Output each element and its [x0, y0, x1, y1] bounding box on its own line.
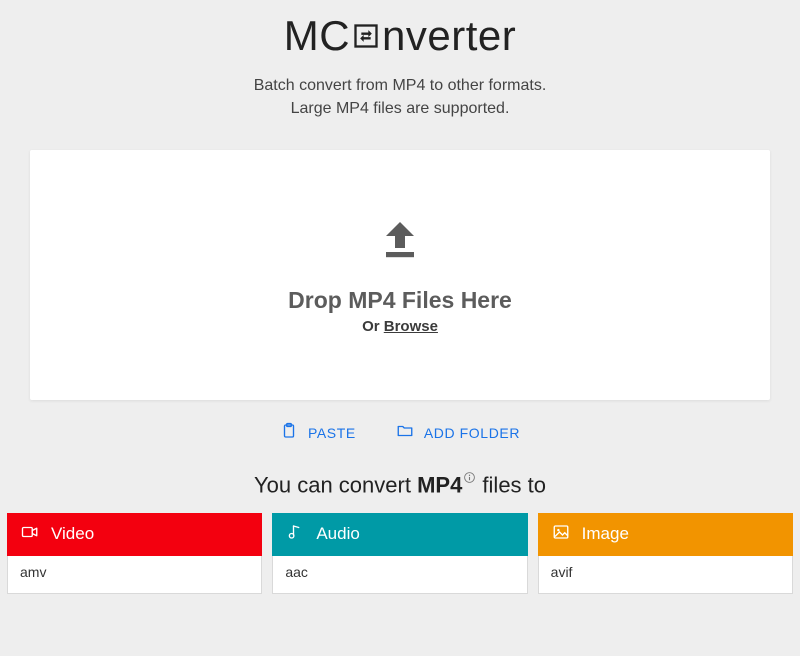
logo-suffix: nverter: [382, 12, 516, 60]
app-logo: MC nverter: [30, 12, 770, 60]
category-audio-header[interactable]: Audio: [272, 513, 527, 556]
action-row: PASTE ADD FOLDER: [30, 422, 770, 443]
category-video-header[interactable]: Video: [7, 513, 262, 556]
logo-prefix: MC: [284, 12, 350, 60]
category-image-list[interactable]: avif: [538, 556, 793, 594]
swap-icon: [352, 22, 380, 50]
category-image-header[interactable]: Image: [538, 513, 793, 556]
category-image-label: Image: [582, 524, 629, 544]
dropzone-title: Drop MP4 Files Here: [288, 287, 512, 314]
add-folder-button[interactable]: ADD FOLDER: [396, 422, 520, 443]
dropzone-or-prefix: Or: [362, 318, 384, 335]
category-video-label: Video: [51, 524, 94, 544]
list-item[interactable]: [8, 588, 261, 594]
category-video-list[interactable]: amv: [7, 556, 262, 594]
subtitle-line1: Batch convert from MP4 to other formats.: [30, 74, 770, 97]
video-icon: [21, 523, 39, 546]
image-icon: [552, 523, 570, 546]
page-subtitle: Batch convert from MP4 to other formats.…: [30, 74, 770, 120]
convert-prefix: You can convert: [254, 473, 417, 498]
music-note-icon: [286, 523, 304, 546]
category-row: Video amv Audio: [7, 513, 793, 594]
browse-link[interactable]: Browse: [384, 318, 438, 335]
subtitle-line2: Large MP4 files are supported.: [30, 97, 770, 120]
clipboard-icon: [280, 422, 298, 443]
category-audio-list[interactable]: aac: [272, 556, 527, 594]
upload-icon: [376, 216, 424, 269]
list-item[interactable]: [273, 588, 526, 594]
dropzone-or: Or Browse: [362, 318, 438, 335]
folder-icon: [396, 422, 414, 443]
category-audio: Audio aac: [272, 513, 527, 594]
convert-suffix: files to: [476, 473, 546, 498]
convert-format: MP4: [417, 473, 462, 498]
paste-label: PASTE: [308, 425, 356, 441]
paste-button[interactable]: PASTE: [280, 422, 356, 443]
list-item[interactable]: avif: [539, 556, 792, 588]
list-item[interactable]: aac: [273, 556, 526, 588]
info-icon[interactable]: [463, 471, 476, 484]
file-dropzone[interactable]: Drop MP4 Files Here Or Browse: [30, 150, 770, 400]
list-item[interactable]: amv: [8, 556, 261, 588]
list-item[interactable]: [539, 588, 792, 594]
category-image: Image avif: [538, 513, 793, 594]
add-folder-label: ADD FOLDER: [424, 425, 520, 441]
category-video: Video amv: [7, 513, 262, 594]
convert-heading: You can convert MP4 files to: [30, 471, 770, 498]
category-audio-label: Audio: [316, 524, 359, 544]
